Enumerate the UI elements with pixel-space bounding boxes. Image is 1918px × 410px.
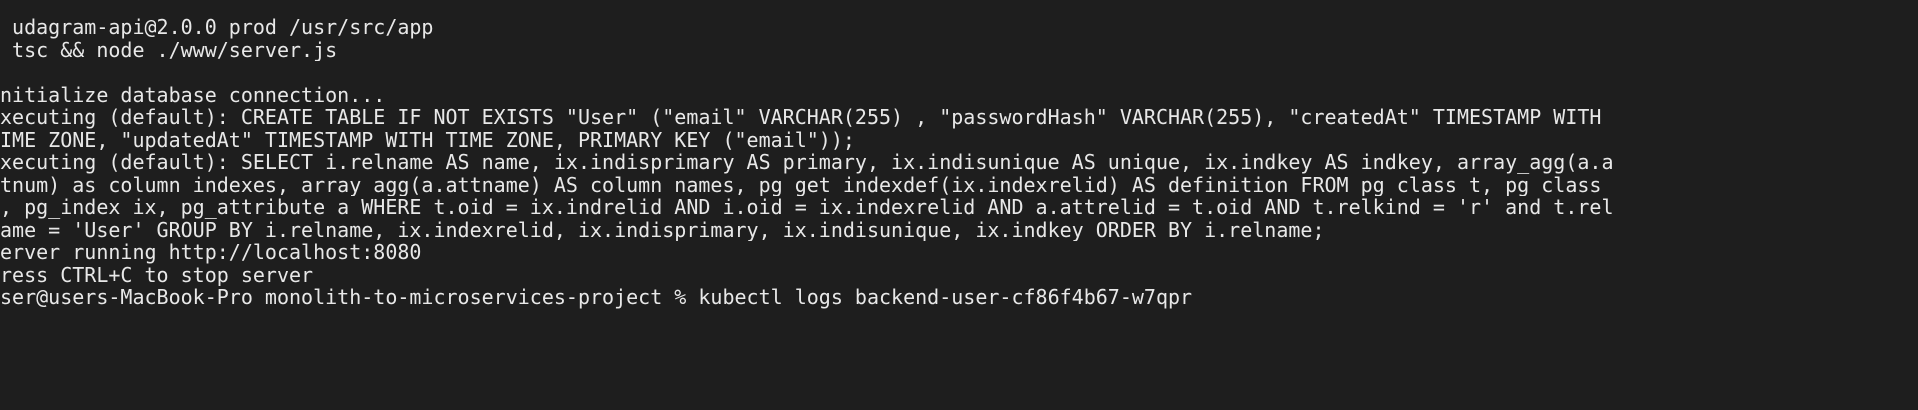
terminal-line-server-running: erver running http://localhost:8080 xyxy=(0,241,422,264)
terminal-line-npm-script: udagram-api@2.0.0 prod /usr/src/app xyxy=(0,16,434,39)
terminal-line-select-query: xecuting (default): SELECT i.relname AS … xyxy=(0,151,1614,174)
terminal-line-stop-hint: ress CTRL+C to stop server xyxy=(0,263,314,286)
terminal-line-create-table-cont: IME ZONE, "updatedAt" TIMESTAMP WITH TIM… xyxy=(0,128,855,151)
terminal-line-select-query-cont-2: , pg_index ix, pg_attribute a WHERE t.oi… xyxy=(0,196,1614,219)
terminal-line-db-init: nitialize database connection... xyxy=(0,83,386,106)
terminal-line-select-query-cont-1: tnum) as column_indexes, array_agg(a.att… xyxy=(0,173,1602,196)
terminal-window[interactable]: udagram-api@2.0.0 prod /usr/src/app tsc … xyxy=(0,0,1918,410)
terminal-line-select-query-cont-3: ame = 'User' GROUP BY i.relname, ix.inde… xyxy=(0,218,1325,241)
terminal-prompt-line[interactable]: ser@users-MacBook-Pro monolith-to-micros… xyxy=(0,286,1918,309)
terminal-line-npm-command: tsc && node ./www/server.js xyxy=(0,38,338,61)
terminal-line-create-table: xecuting (default): CREATE TABLE IF NOT … xyxy=(0,106,1602,129)
